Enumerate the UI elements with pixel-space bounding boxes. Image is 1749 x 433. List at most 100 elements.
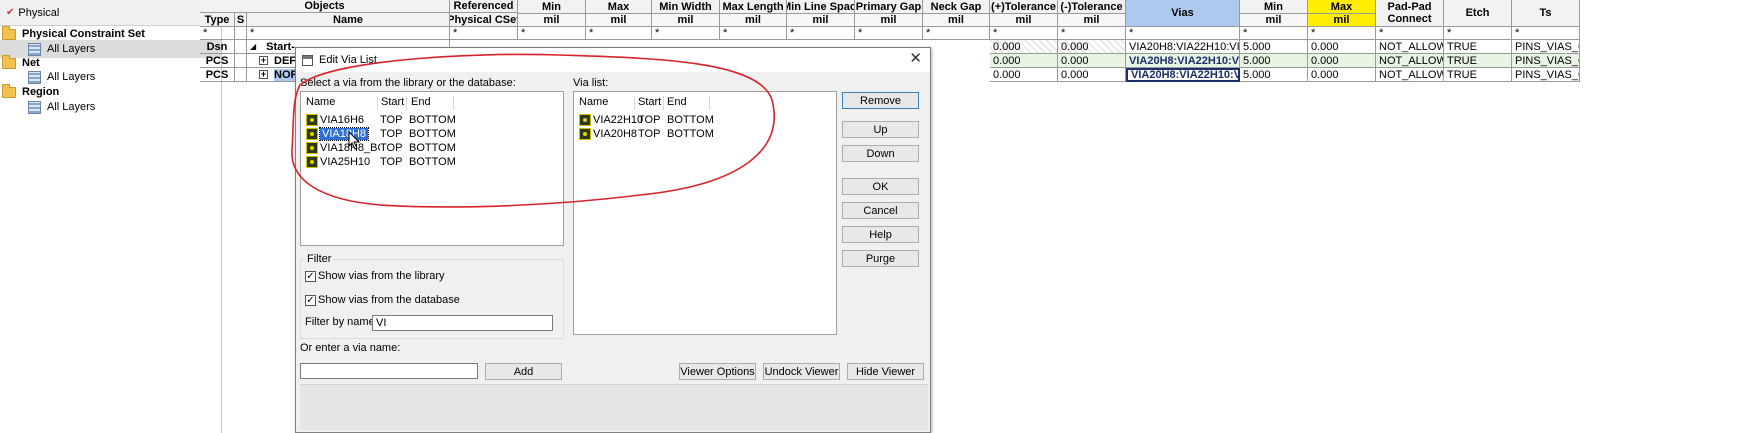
viewer-options-button[interactable]: Viewer Options xyxy=(679,363,756,380)
via-name: VIA22H10 xyxy=(593,114,644,126)
row-minus-tolerance[interactable]: 0.000 xyxy=(1058,68,1126,82)
dialog-title-bar[interactable]: Edit Via List ✕ xyxy=(296,48,930,72)
col-header-start[interactable]: Start xyxy=(638,96,661,108)
row-etch[interactable]: TRUE xyxy=(1444,68,1512,82)
selected-via-listbox[interactable]: Name Start End VIA22H10 TOP BOTTOM VIA20… xyxy=(573,91,837,335)
row-ts[interactable]: PINS_VIAS_O... xyxy=(1512,40,1580,54)
library-via-row[interactable]: VIA16H6 TOP BOTTOM xyxy=(306,113,456,127)
col-divider[interactable] xyxy=(453,96,454,110)
library-via-row[interactable]: VIA25H10 TOP BOTTOM xyxy=(306,155,456,169)
layers-icon xyxy=(28,70,41,84)
add-button[interactable]: Add xyxy=(485,363,562,380)
via-icon xyxy=(579,128,591,140)
filter-type[interactable]: * xyxy=(200,27,235,40)
filter-min-width[interactable]: * xyxy=(652,27,720,40)
tree-item-region-all-layers[interactable]: All Layers xyxy=(28,98,95,116)
undock-viewer-button[interactable]: Undock Viewer xyxy=(763,363,840,380)
row-pad-pad[interactable]: NOT_ALLOWED xyxy=(1376,68,1444,82)
show-database-label[interactable]: Show vias from the database xyxy=(318,294,460,306)
show-library-checkbox[interactable]: ✓ xyxy=(305,271,316,282)
col-header-end[interactable]: End xyxy=(667,96,687,108)
header-ref-cset-bottom: Physical CSet xyxy=(450,13,518,27)
filter-name[interactable]: * xyxy=(247,27,450,40)
enter-via-input[interactable] xyxy=(300,363,478,379)
filter-max-length[interactable]: * xyxy=(720,27,787,40)
row-vias[interactable]: VIA20H8:VIA22H10:VIA... xyxy=(1126,54,1240,68)
row-plus-tolerance[interactable]: 0.000 xyxy=(990,54,1058,68)
row-pad-pad[interactable]: NOT_ALLOWED xyxy=(1376,54,1444,68)
filter-ref-cset[interactable]: * xyxy=(450,27,518,40)
expand-plus-icon[interactable]: + xyxy=(259,56,268,65)
filter-max[interactable]: * xyxy=(586,27,652,40)
purge-button[interactable]: Purge xyxy=(842,250,919,267)
col-header-end[interactable]: End xyxy=(411,96,431,108)
filter-minus-tolerance[interactable]: * xyxy=(1058,27,1126,40)
remove-button[interactable]: Remove xyxy=(842,92,919,109)
row-max2[interactable]: 0.000 xyxy=(1308,40,1376,54)
ok-button[interactable]: OK xyxy=(842,178,919,195)
collapse-triangle-icon[interactable]: ◢ xyxy=(250,42,256,51)
filter-vias[interactable]: * xyxy=(1126,27,1240,40)
filter-min-line-spacing[interactable]: * xyxy=(787,27,855,40)
row-etch[interactable]: TRUE xyxy=(1444,40,1512,54)
row-type: Dsn xyxy=(200,40,235,54)
hide-viewer-button[interactable]: Hide Viewer xyxy=(847,363,924,380)
layers-icon xyxy=(28,100,41,114)
unit-min-width: mil xyxy=(652,14,720,27)
filter-min2[interactable]: * xyxy=(1240,27,1308,40)
row-max2[interactable]: 0.000 xyxy=(1308,54,1376,68)
row-vias-selected[interactable]: VIA20H8:VIA22H10:VIA... xyxy=(1126,68,1240,82)
col-divider[interactable] xyxy=(709,96,710,110)
row-min2[interactable]: 5.000 xyxy=(1240,68,1308,82)
row-ts[interactable]: PINS_VIAS_O... xyxy=(1512,54,1580,68)
col-divider[interactable] xyxy=(663,96,664,110)
show-database-checkbox[interactable]: ✓ xyxy=(305,295,316,306)
up-button[interactable]: Up xyxy=(842,121,919,138)
col-divider[interactable] xyxy=(634,96,635,110)
row-plus-tolerance[interactable]: 0.000 xyxy=(990,68,1058,82)
filter-neck-gap[interactable]: * xyxy=(923,27,990,40)
filter-max2[interactable]: * xyxy=(1308,27,1376,40)
header-objects: Objects xyxy=(200,0,450,13)
filter-primary-gap[interactable]: * xyxy=(855,27,923,40)
header-max: Max xyxy=(586,0,652,14)
col-header-name[interactable]: Name xyxy=(579,96,608,108)
row-pad-pad[interactable]: NOT_ALLOWED xyxy=(1376,40,1444,54)
row-ts[interactable]: PINS_VIAS_O... xyxy=(1512,68,1580,82)
close-icon[interactable]: ✕ xyxy=(909,51,922,67)
row-minus-tolerance[interactable]: 0.000 xyxy=(1058,40,1126,54)
row-minus-tolerance[interactable]: 0.000 xyxy=(1058,54,1126,68)
show-library-label[interactable]: Show vias from the library xyxy=(318,270,445,282)
folder-icon xyxy=(2,54,16,69)
row-etch[interactable]: TRUE xyxy=(1444,54,1512,68)
down-button[interactable]: Down xyxy=(842,145,919,162)
unit-min: mil xyxy=(518,14,586,27)
filter-ts[interactable]: * xyxy=(1512,27,1580,40)
filter-by-name-input[interactable]: VI xyxy=(372,315,553,331)
expand-plus-icon[interactable]: + xyxy=(259,70,268,79)
library-via-listbox[interactable]: Name Start End VIA16H6 TOP BOTTOM VIA18H… xyxy=(300,91,564,246)
filter-etch[interactable]: * xyxy=(1444,27,1512,40)
row-min2[interactable]: 5.000 xyxy=(1240,40,1308,54)
selected-via-row[interactable]: VIA20H8 TOP BOTTOM xyxy=(579,127,714,141)
via-name: VIA25H10 xyxy=(320,156,371,168)
filter-min[interactable]: * xyxy=(518,27,586,40)
row-max2[interactable]: 0.000 xyxy=(1308,68,1376,82)
row-plus-tolerance[interactable]: 0.000 xyxy=(990,40,1058,54)
row-vias[interactable]: VIA20H8:VIA22H10:VIA1... xyxy=(1126,40,1240,54)
header-vias[interactable]: Vias xyxy=(1126,0,1240,27)
col-divider[interactable] xyxy=(377,96,378,110)
dialog-app-icon xyxy=(302,54,313,66)
filter-pad-pad[interactable]: * xyxy=(1376,27,1444,40)
row-min2[interactable]: 5.000 xyxy=(1240,54,1308,68)
selected-via-row[interactable]: VIA22H10 TOP BOTTOM xyxy=(579,113,714,127)
col-header-start[interactable]: Start xyxy=(381,96,404,108)
library-via-row-selected[interactable]: VIA18H8 TOP BOTTOM xyxy=(306,127,456,141)
filter-plus-tolerance[interactable]: * xyxy=(990,27,1058,40)
filter-s[interactable] xyxy=(235,27,247,40)
col-divider[interactable] xyxy=(406,96,407,110)
library-via-row[interactable]: VIA18H8_BGA TOP BOTTOM xyxy=(306,141,456,155)
cancel-button[interactable]: Cancel xyxy=(842,202,919,219)
help-button[interactable]: Help xyxy=(842,226,919,243)
col-header-name[interactable]: Name xyxy=(306,96,335,108)
